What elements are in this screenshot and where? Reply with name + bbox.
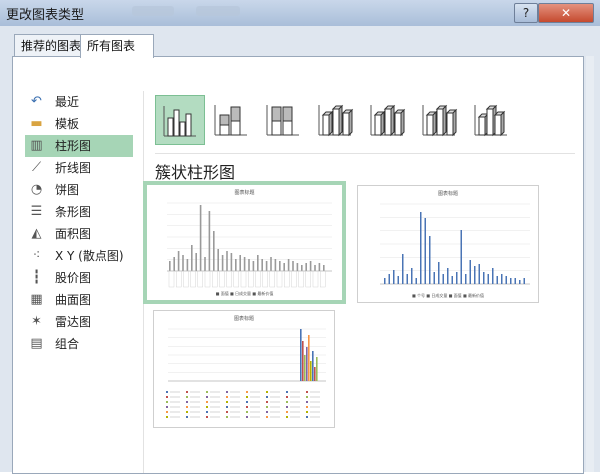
chart-preview-1[interactable]: 图表标题 ■ 面值 ■ 日成交量 ■ 最新价值 xyxy=(143,181,346,304)
subtype-stacked-column-icon xyxy=(214,105,247,136)
subtype-stacked-column[interactable] xyxy=(207,95,255,143)
subtype-3d-stacked-column-icon xyxy=(370,104,406,137)
sidebar-item-label: 雷达图 xyxy=(55,315,92,329)
chart-preview-2[interactable]: 图表标题 ■ 个号 ■ 日成交量 ■ 面值 ■ 最新价值 xyxy=(357,185,539,303)
subtype-clustered-column[interactable] xyxy=(155,95,205,145)
bar-chart-icon: ☰ xyxy=(30,204,43,219)
sidebar-item-label: 最近 xyxy=(55,95,80,109)
sidebar-item-label: 组合 xyxy=(55,337,80,351)
subtype-3d-column[interactable] xyxy=(467,95,515,143)
sidebar-item-label: 模板 xyxy=(55,117,80,131)
blurred-text xyxy=(196,6,240,16)
preview-legend: ■ 个号 ■ 日成交量 ■ 面值 ■ 最新价值 xyxy=(411,293,485,298)
sidebar-item-radar-chart[interactable]: ✶ 雷达图 xyxy=(25,311,133,333)
divider xyxy=(155,153,575,154)
surface-chart-icon: ▦ xyxy=(30,292,43,307)
preview-chart xyxy=(166,328,326,418)
subtype-3d-column-icon xyxy=(474,104,507,137)
stock-chart-icon: ┇ xyxy=(32,270,41,285)
scatter-chart-icon: ⁖ xyxy=(32,248,41,263)
sidebar-item-column-chart[interactable]: ▥ 柱形图 xyxy=(25,135,133,157)
sidebar-item-surface-chart[interactable]: ▦ 曲面图 xyxy=(25,289,133,311)
sidebar-item-label: 股价图 xyxy=(55,271,92,285)
subtype-3d-100-stacked-column[interactable] xyxy=(415,95,463,143)
sidebar-item-bar-chart[interactable]: ☰ 条形图 xyxy=(25,201,133,223)
scrollbar[interactable] xyxy=(586,56,594,472)
close-button[interactable]: ✕ xyxy=(538,3,594,23)
sidebar-item-stock-chart[interactable]: ┇ 股价图 xyxy=(25,267,133,289)
tab-all-charts[interactable]: 所有图表 xyxy=(80,34,154,58)
preview-chart xyxy=(380,203,530,285)
blurred-text xyxy=(132,6,174,16)
sidebar-item-pie-chart[interactable]: ◔ 饼图 xyxy=(25,179,133,201)
sidebar-item-label: 条形图 xyxy=(55,205,92,219)
sidebar-item-label: 柱形图 xyxy=(55,139,92,153)
combo-chart-icon: ▤ xyxy=(30,336,43,351)
tab-recommended[interactable]: 推荐的图表 xyxy=(14,34,90,57)
sidebar-item-label: X Y (散点图) xyxy=(55,249,124,263)
help-button[interactable]: ? xyxy=(514,3,538,23)
preview-chart xyxy=(167,202,332,288)
preview-legend: ■ 面值 ■ 日成交量 ■ 最新价值 xyxy=(215,291,274,296)
subtype-3d-stacked-column[interactable] xyxy=(363,95,411,143)
sidebar-item-combo-chart[interactable]: ▤ 组合 xyxy=(25,333,133,355)
subtype-3d-100-stacked-column-icon xyxy=(422,104,458,137)
area-chart-icon: ◭ xyxy=(31,226,42,241)
pie-chart-icon: ◔ xyxy=(30,182,43,197)
folder-icon: ▬ xyxy=(30,116,43,131)
sidebar-item-recent[interactable]: ↶ 最近 xyxy=(25,91,133,113)
chart-type-panel: ↶ 最近 ▬ 模板 ▥ 柱形图 ⟋ 折线图 ◔ 饼图 ☰ 条形图 ◭ 面积图 ⁖ X Y (散点图) ┇ 股价图 ▦… xyxy=(12,56,584,474)
subtype-100-stacked-column-icon xyxy=(266,105,299,136)
sidebar-item-area-chart[interactable]: ◭ 面积图 xyxy=(25,223,133,245)
sidebar-item-scatter-chart[interactable]: ⁖ X Y (散点图) xyxy=(25,245,133,267)
sidebar-item-label: 饼图 xyxy=(55,183,80,197)
subtype-3d-clustered-column-icon xyxy=(318,104,354,137)
subtype-clustered-column-icon xyxy=(163,106,196,137)
radar-chart-icon: ✶ xyxy=(31,314,42,329)
sidebar-item-label: 面积图 xyxy=(55,227,92,241)
column-chart-icon: ▥ xyxy=(30,138,43,153)
chart-preview-3[interactable]: 图表标题 xyxy=(153,310,335,428)
subtype-heading: 簇状柱形图 xyxy=(155,163,236,182)
dialog-body: 推荐的图表 所有图表 ↶ 最近 ▬ 模板 ▥ 柱形图 ⟋ 折线图 ◔ 饼图 ☰ 条形图 ◭ 面积图 ⁖ X Y… xyxy=(0,26,600,474)
sidebar-item-label: 折线图 xyxy=(55,161,92,175)
subtype-3d-clustered-column[interactable] xyxy=(311,95,359,143)
subtype-100-stacked-column[interactable] xyxy=(259,95,307,143)
sidebar-item-folder[interactable]: ▬ 模板 xyxy=(25,113,133,135)
title-bar: 更改图表类型 ? ✕ xyxy=(0,0,600,27)
sidebar-item-label: 曲面图 xyxy=(55,293,92,307)
sidebar-item-line-chart[interactable]: ⟋ 折线图 xyxy=(25,157,133,179)
recent-icon: ↶ xyxy=(31,94,42,109)
window-title: 更改图表类型 xyxy=(6,8,85,23)
line-chart-icon: ⟋ xyxy=(31,160,42,175)
chart-category-list: ↶ 最近 ▬ 模板 ▥ 柱形图 ⟋ 折线图 ◔ 饼图 ☰ 条形图 ◭ 面积图 ⁖ X Y (散点图) ┇ 股价图 ▦… xyxy=(25,91,133,355)
